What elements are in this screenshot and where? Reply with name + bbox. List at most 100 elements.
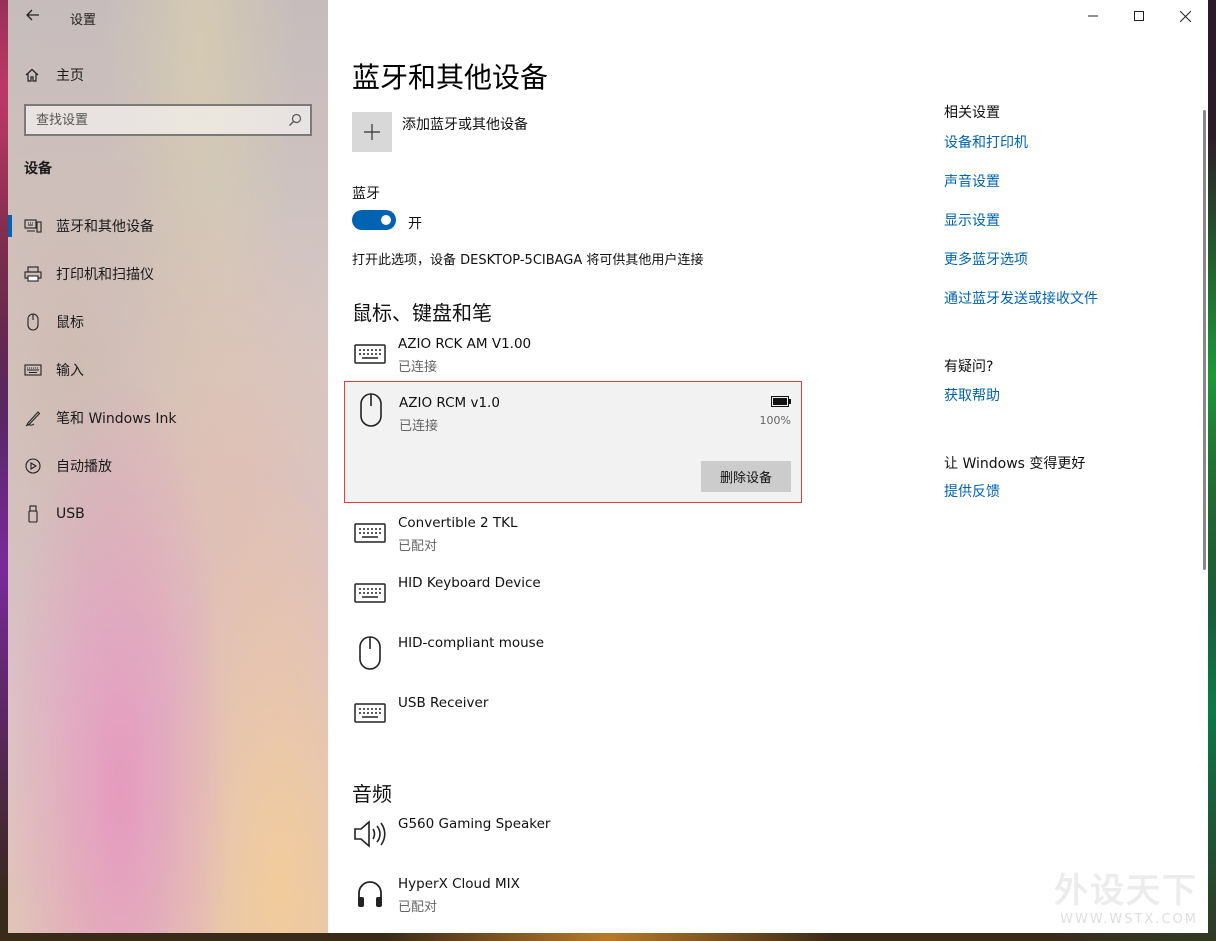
pen-icon bbox=[24, 409, 42, 427]
device-name: HyperX Cloud MIX bbox=[398, 876, 520, 892]
keyboard-icon bbox=[352, 695, 388, 731]
device-name: AZIO RCM v1.0 bbox=[399, 395, 500, 411]
minimize-button[interactable] bbox=[1070, 0, 1116, 32]
add-device-button[interactable]: 添加蓝牙或其他设备 bbox=[352, 112, 528, 152]
minimize-icon bbox=[1088, 15, 1098, 17]
sidebar-item-label: 主页 bbox=[56, 68, 84, 84]
headphones-icon bbox=[352, 876, 388, 912]
sidebar-item-mouse[interactable]: 鼠标 bbox=[8, 298, 328, 346]
sidebar-item-label: 自动播放 bbox=[56, 459, 112, 475]
device-name: Convertible 2 TKL bbox=[398, 515, 518, 531]
device-status: 已连接 bbox=[399, 419, 439, 434]
link-display-settings[interactable]: 显示设置 bbox=[944, 210, 1184, 230]
keyboard-icon bbox=[24, 361, 42, 379]
app-title: 设置 bbox=[70, 13, 97, 28]
sidebar-item-home[interactable]: 主页 bbox=[24, 62, 84, 88]
link-bluetooth-file-transfer[interactable]: 通过蓝牙发送或接收文件 bbox=[944, 288, 1184, 308]
scrollbar[interactable] bbox=[1203, 110, 1206, 570]
feedback-title: 让 Windows 变得更好 bbox=[944, 456, 1086, 472]
sidebar-section-title: 设备 bbox=[24, 161, 52, 177]
page-title: 蓝牙和其他设备 bbox=[352, 61, 549, 94]
device-status: 已连接 bbox=[398, 360, 438, 375]
add-tile bbox=[352, 112, 392, 152]
device-item-hyperx-headset[interactable]: HyperX Cloud MIX 已配对 bbox=[352, 874, 802, 933]
link-devices-printers[interactable]: 设备和打印机 bbox=[944, 132, 1184, 152]
close-icon bbox=[1179, 10, 1191, 22]
maximize-button[interactable] bbox=[1116, 0, 1162, 32]
watermark-url: WWW.WSTX.COM bbox=[1060, 912, 1198, 927]
sidebar-item-usb[interactable]: USB bbox=[8, 490, 328, 538]
device-status: 已配对 bbox=[398, 900, 438, 915]
watermark-text: 外设天下 bbox=[1054, 871, 1198, 911]
sidebar-item-printers[interactable]: 打印机和扫描仪 bbox=[8, 250, 328, 298]
link-sound-settings[interactable]: 声音设置 bbox=[944, 171, 1184, 191]
device-item-hid-keyboard[interactable]: HID Keyboard Device bbox=[352, 573, 802, 633]
device-name: HID-compliant mouse bbox=[398, 635, 545, 651]
device-item-convertible-keyboard[interactable]: Convertible 2 TKL 已配对 bbox=[352, 513, 802, 573]
device-name: G560 Gaming Speaker bbox=[398, 816, 551, 832]
sidebar-item-autoplay[interactable]: 自动播放 bbox=[8, 442, 328, 490]
sidebar-item-label: 打印机和扫描仪 bbox=[56, 267, 154, 283]
keyboard-icon bbox=[352, 336, 388, 372]
mouse-icon bbox=[352, 635, 388, 671]
device-item-g560-speaker[interactable]: G560 Gaming Speaker bbox=[352, 814, 802, 874]
bluetooth-toggle-state: 开 bbox=[408, 216, 422, 232]
settings-window: 设置 主页 设备 蓝牙和其他设备 打印机和扫描仪 bbox=[8, 0, 1208, 933]
related-settings: 相关设置 设备和打印机 声音设置 显示设置 更多蓝牙选项 通过蓝牙发送或接收文件… bbox=[944, 102, 1184, 501]
home-icon bbox=[25, 68, 39, 82]
device-item-azio-mouse[interactable]: AZIO RCM v1.0 已连接 100% 删除设备 bbox=[344, 381, 802, 503]
bluetooth-description: 打开此选项，设备 DESKTOP-5CIBAGA 将可供其他用户连接 bbox=[352, 253, 704, 268]
device-item-hid-mouse[interactable]: HID-compliant mouse bbox=[352, 633, 802, 693]
maximize-icon bbox=[1134, 11, 1144, 21]
help-title: 有疑问? bbox=[944, 359, 994, 375]
search-input[interactable] bbox=[26, 106, 276, 134]
toggle-knob bbox=[381, 215, 391, 225]
sidebar-nav: 蓝牙和其他设备 打印机和扫描仪 鼠标 输入 笔和 Windows Ink 自动播… bbox=[8, 202, 328, 538]
sidebar-item-label: 鼠标 bbox=[56, 315, 84, 331]
link-more-bluetooth[interactable]: 更多蓝牙选项 bbox=[944, 249, 1184, 269]
title-bar: 设置 bbox=[8, 0, 328, 34]
related-settings-title: 相关设置 bbox=[944, 105, 1000, 121]
input-section-title: 鼠标、键盘和笔 bbox=[352, 301, 492, 325]
sidebar-item-label: 蓝牙和其他设备 bbox=[56, 219, 154, 235]
device-name: HID Keyboard Device bbox=[398, 575, 541, 591]
search-box bbox=[24, 104, 312, 136]
battery-icon bbox=[771, 396, 791, 407]
device-item-usb-receiver[interactable]: USB Receiver bbox=[352, 693, 802, 753]
sidebar-item-label: 输入 bbox=[56, 363, 84, 379]
keyboard-icon bbox=[352, 515, 388, 551]
sidebar: 设置 主页 设备 蓝牙和其他设备 打印机和扫描仪 bbox=[8, 0, 328, 933]
keyboard-icon bbox=[352, 575, 388, 611]
watermark: 外设天下 WWW.WSTX.COM bbox=[1054, 863, 1198, 927]
mouse-icon bbox=[24, 313, 42, 331]
add-device-label: 添加蓝牙或其他设备 bbox=[402, 117, 528, 133]
audio-section-title: 音频 bbox=[352, 782, 392, 806]
bluetooth-label: 蓝牙 bbox=[352, 186, 380, 202]
link-get-help[interactable]: 获取帮助 bbox=[944, 385, 1184, 405]
remove-device-button[interactable]: 删除设备 bbox=[701, 461, 791, 492]
back-button[interactable] bbox=[22, 7, 44, 29]
device-status: 已配对 bbox=[398, 539, 438, 554]
back-arrow-icon bbox=[26, 9, 39, 21]
autoplay-icon bbox=[24, 457, 42, 475]
window-controls bbox=[1070, 0, 1208, 32]
close-button[interactable] bbox=[1162, 0, 1208, 32]
bluetooth-devices-icon bbox=[24, 217, 42, 235]
sidebar-item-pen[interactable]: 笔和 Windows Ink bbox=[8, 394, 328, 442]
sidebar-item-typing[interactable]: 输入 bbox=[8, 346, 328, 394]
bluetooth-toggle[interactable] bbox=[352, 210, 396, 230]
battery-level: 100% bbox=[759, 414, 791, 427]
usb-icon bbox=[24, 505, 42, 523]
main-content: 蓝牙和其他设备 添加蓝牙或其他设备 蓝牙 开 打开此选项，设备 DESKTOP-… bbox=[328, 0, 1208, 933]
plus-icon bbox=[364, 124, 380, 140]
link-give-feedback[interactable]: 提供反馈 bbox=[944, 481, 1184, 501]
sidebar-item-label: USB bbox=[56, 506, 85, 522]
speaker-icon bbox=[352, 816, 388, 852]
device-name: USB Receiver bbox=[398, 695, 489, 711]
mouse-icon bbox=[353, 392, 389, 428]
search-icon[interactable] bbox=[288, 113, 302, 127]
sidebar-item-label: 笔和 Windows Ink bbox=[56, 411, 177, 427]
device-name: AZIO RCK AM V1.00 bbox=[398, 336, 532, 352]
sidebar-item-bluetooth[interactable]: 蓝牙和其他设备 bbox=[8, 202, 328, 250]
printer-icon bbox=[24, 265, 42, 283]
